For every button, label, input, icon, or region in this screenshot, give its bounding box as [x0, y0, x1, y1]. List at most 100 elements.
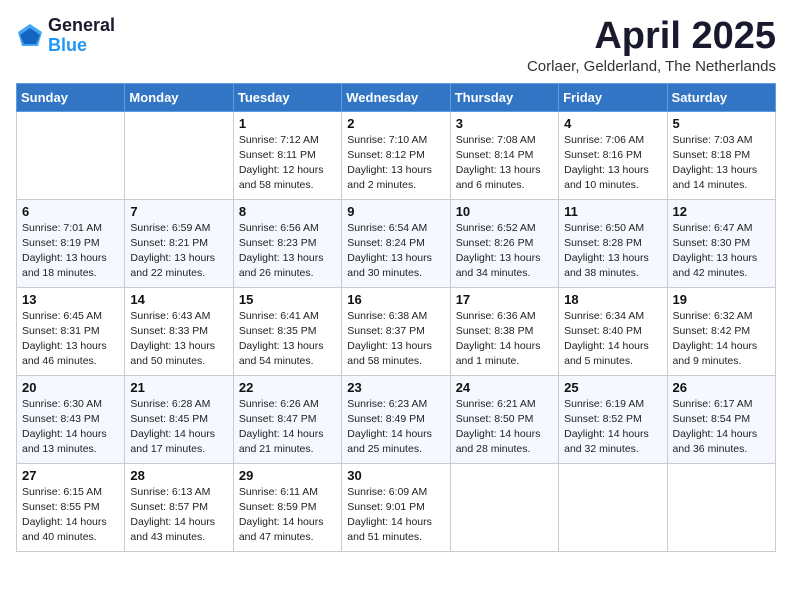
day-number: 16 [347, 292, 444, 307]
day-info: Sunrise: 6:32 AM Sunset: 8:42 PM Dayligh… [673, 309, 770, 370]
logo-text: General Blue [48, 16, 115, 56]
logo-icon [16, 22, 44, 50]
day-number: 26 [673, 380, 770, 395]
day-info: Sunrise: 6:19 AM Sunset: 8:52 PM Dayligh… [564, 397, 661, 458]
weekday-header-tuesday: Tuesday [233, 83, 341, 111]
day-info: Sunrise: 6:23 AM Sunset: 8:49 PM Dayligh… [347, 397, 444, 458]
day-number: 19 [673, 292, 770, 307]
day-info: Sunrise: 6:26 AM Sunset: 8:47 PM Dayligh… [239, 397, 336, 458]
logo-blue-text: Blue [48, 36, 115, 56]
weekday-header-friday: Friday [559, 83, 667, 111]
page-header: General Blue April 2025 Corlaer, Gelderl… [16, 16, 776, 75]
calendar-week-3: 13Sunrise: 6:45 AM Sunset: 8:31 PM Dayli… [17, 287, 776, 375]
day-number: 27 [22, 468, 119, 483]
day-info: Sunrise: 6:54 AM Sunset: 8:24 PM Dayligh… [347, 221, 444, 282]
day-number: 3 [456, 116, 553, 131]
day-info: Sunrise: 7:01 AM Sunset: 8:19 PM Dayligh… [22, 221, 119, 282]
day-number: 20 [22, 380, 119, 395]
day-number: 18 [564, 292, 661, 307]
day-number: 14 [130, 292, 227, 307]
day-info: Sunrise: 7:08 AM Sunset: 8:14 PM Dayligh… [456, 133, 553, 194]
day-number: 5 [673, 116, 770, 131]
day-info: Sunrise: 6:47 AM Sunset: 8:30 PM Dayligh… [673, 221, 770, 282]
calendar-cell: 10 Sunrise: 6:52 AM Sunset: 8:26 PM Dayli… [450, 199, 558, 287]
location-subtitle: Corlaer, Gelderland, The Netherlands [527, 58, 776, 75]
day-number: 6 [22, 204, 119, 219]
calendar-cell [559, 463, 667, 551]
day-info: Sunrise: 6:52 AM Sunset: 8:26 PM Dayligh… [456, 221, 553, 282]
calendar-cell: 23 Sunrise: 6:23 AM Sunset: 8:49 PM Dayli… [342, 375, 450, 463]
day-number: 8 [239, 204, 336, 219]
weekday-header-saturday: Saturday [667, 83, 775, 111]
calendar-cell: 28 Sunrise: 6:13 AM Sunset: 8:57 PM Dayli… [125, 463, 233, 551]
day-number: 28 [130, 468, 227, 483]
logo: General Blue [16, 16, 115, 56]
calendar-cell: 22 Sunrise: 6:26 AM Sunset: 8:47 PM Dayli… [233, 375, 341, 463]
calendar-cell: 20 Sunrise: 6:30 AM Sunset: 8:43 PM Dayli… [17, 375, 125, 463]
calendar-week-2: 6 Sunrise: 7:01 AM Sunset: 8:19 PM Daylig… [17, 199, 776, 287]
day-info: Sunrise: 6:36 AM Sunset: 8:38 PM Dayligh… [456, 309, 553, 370]
calendar-cell: 16 Sunrise: 6:38 AM Sunset: 8:37 PM Dayli… [342, 287, 450, 375]
day-info: Sunrise: 6:43 AM Sunset: 8:33 PM Dayligh… [130, 309, 227, 370]
calendar-cell: 12 Sunrise: 6:47 AM Sunset: 8:30 PM Dayli… [667, 199, 775, 287]
day-info: Sunrise: 6:50 AM Sunset: 8:28 PM Dayligh… [564, 221, 661, 282]
weekday-header-thursday: Thursday [450, 83, 558, 111]
day-number: 25 [564, 380, 661, 395]
day-number: 30 [347, 468, 444, 483]
day-info: Sunrise: 7:10 AM Sunset: 8:12 PM Dayligh… [347, 133, 444, 194]
day-number: 22 [239, 380, 336, 395]
calendar-cell: 30Sunrise: 6:09 AM Sunset: 9:01 PM Dayli… [342, 463, 450, 551]
calendar-cell: 5 Sunrise: 7:03 AM Sunset: 8:18 PM Daylig… [667, 111, 775, 199]
calendar-cell: 27 Sunrise: 6:15 AM Sunset: 8:55 PM Dayli… [17, 463, 125, 551]
calendar-cell: 9 Sunrise: 6:54 AM Sunset: 8:24 PM Daylig… [342, 199, 450, 287]
day-info: Sunrise: 7:06 AM Sunset: 8:16 PM Dayligh… [564, 133, 661, 194]
day-number: 7 [130, 204, 227, 219]
day-info: Sunrise: 6:30 AM Sunset: 8:43 PM Dayligh… [22, 397, 119, 458]
day-number: 4 [564, 116, 661, 131]
day-info: Sunrise: 6:56 AM Sunset: 8:23 PM Dayligh… [239, 221, 336, 282]
day-info: Sunrise: 6:11 AM Sunset: 8:59 PM Dayligh… [239, 485, 336, 546]
day-info: Sunrise: 6:41 AM Sunset: 8:35 PM Dayligh… [239, 309, 336, 370]
day-info: Sunrise: 6:28 AM Sunset: 8:45 PM Dayligh… [130, 397, 227, 458]
day-number: 12 [673, 204, 770, 219]
calendar-cell: 19 Sunrise: 6:32 AM Sunset: 8:42 PM Dayli… [667, 287, 775, 375]
day-number: 23 [347, 380, 444, 395]
calendar-cell: 18Sunrise: 6:34 AM Sunset: 8:40 PM Dayli… [559, 287, 667, 375]
calendar-cell: 29Sunrise: 6:11 AM Sunset: 8:59 PM Dayli… [233, 463, 341, 551]
calendar-cell: 3 Sunrise: 7:08 AM Sunset: 8:14 PM Daylig… [450, 111, 558, 199]
day-info: Sunrise: 6:13 AM Sunset: 8:57 PM Dayligh… [130, 485, 227, 546]
day-number: 9 [347, 204, 444, 219]
day-number: 10 [456, 204, 553, 219]
day-info: Sunrise: 6:17 AM Sunset: 8:54 PM Dayligh… [673, 397, 770, 458]
day-number: 11 [564, 204, 661, 219]
calendar-cell: 2 Sunrise: 7:10 AM Sunset: 8:12 PM Daylig… [342, 111, 450, 199]
day-info: Sunrise: 7:03 AM Sunset: 8:18 PM Dayligh… [673, 133, 770, 194]
weekday-header-wednesday: Wednesday [342, 83, 450, 111]
day-info: Sunrise: 6:15 AM Sunset: 8:55 PM Dayligh… [22, 485, 119, 546]
calendar-cell: 7 Sunrise: 6:59 AM Sunset: 8:21 PM Daylig… [125, 199, 233, 287]
weekday-header-monday: Monday [125, 83, 233, 111]
month-title: April 2025 [527, 16, 776, 58]
calendar-cell: 14 Sunrise: 6:43 AM Sunset: 8:33 PM Dayli… [125, 287, 233, 375]
calendar-cell: 17 Sunrise: 6:36 AM Sunset: 8:38 PM Dayli… [450, 287, 558, 375]
day-number: 24 [456, 380, 553, 395]
day-number: 2 [347, 116, 444, 131]
logo-general-text: General [48, 16, 115, 36]
calendar-cell: 24Sunrise: 6:21 AM Sunset: 8:50 PM Dayli… [450, 375, 558, 463]
day-info: Sunrise: 7:12 AM Sunset: 8:11 PM Dayligh… [239, 133, 336, 194]
day-info: Sunrise: 6:59 AM Sunset: 8:21 PM Dayligh… [130, 221, 227, 282]
day-number: 17 [456, 292, 553, 307]
calendar-table: SundayMondayTuesdayWednesdayThursdayFrid… [16, 83, 776, 552]
day-info: Sunrise: 6:38 AM Sunset: 8:37 PM Dayligh… [347, 309, 444, 370]
day-info: Sunrise: 6:45 AM Sunset: 8:31 PM Dayligh… [22, 309, 119, 370]
day-number: 21 [130, 380, 227, 395]
day-number: 15 [239, 292, 336, 307]
calendar-cell: 8 Sunrise: 6:56 AM Sunset: 8:23 PM Daylig… [233, 199, 341, 287]
calendar-cell: 26 Sunrise: 6:17 AM Sunset: 8:54 PM Dayli… [667, 375, 775, 463]
title-block: April 2025 Corlaer, Gelderland, The Neth… [527, 16, 776, 75]
calendar-cell: 11 Sunrise: 6:50 AM Sunset: 8:28 PM Dayli… [559, 199, 667, 287]
calendar-cell: 13Sunrise: 6:45 AM Sunset: 8:31 PM Dayli… [17, 287, 125, 375]
weekday-header-sunday: Sunday [17, 83, 125, 111]
calendar-cell: 1Sunrise: 7:12 AM Sunset: 8:11 PM Daylig… [233, 111, 341, 199]
calendar-cell: 25 Sunrise: 6:19 AM Sunset: 8:52 PM Dayli… [559, 375, 667, 463]
